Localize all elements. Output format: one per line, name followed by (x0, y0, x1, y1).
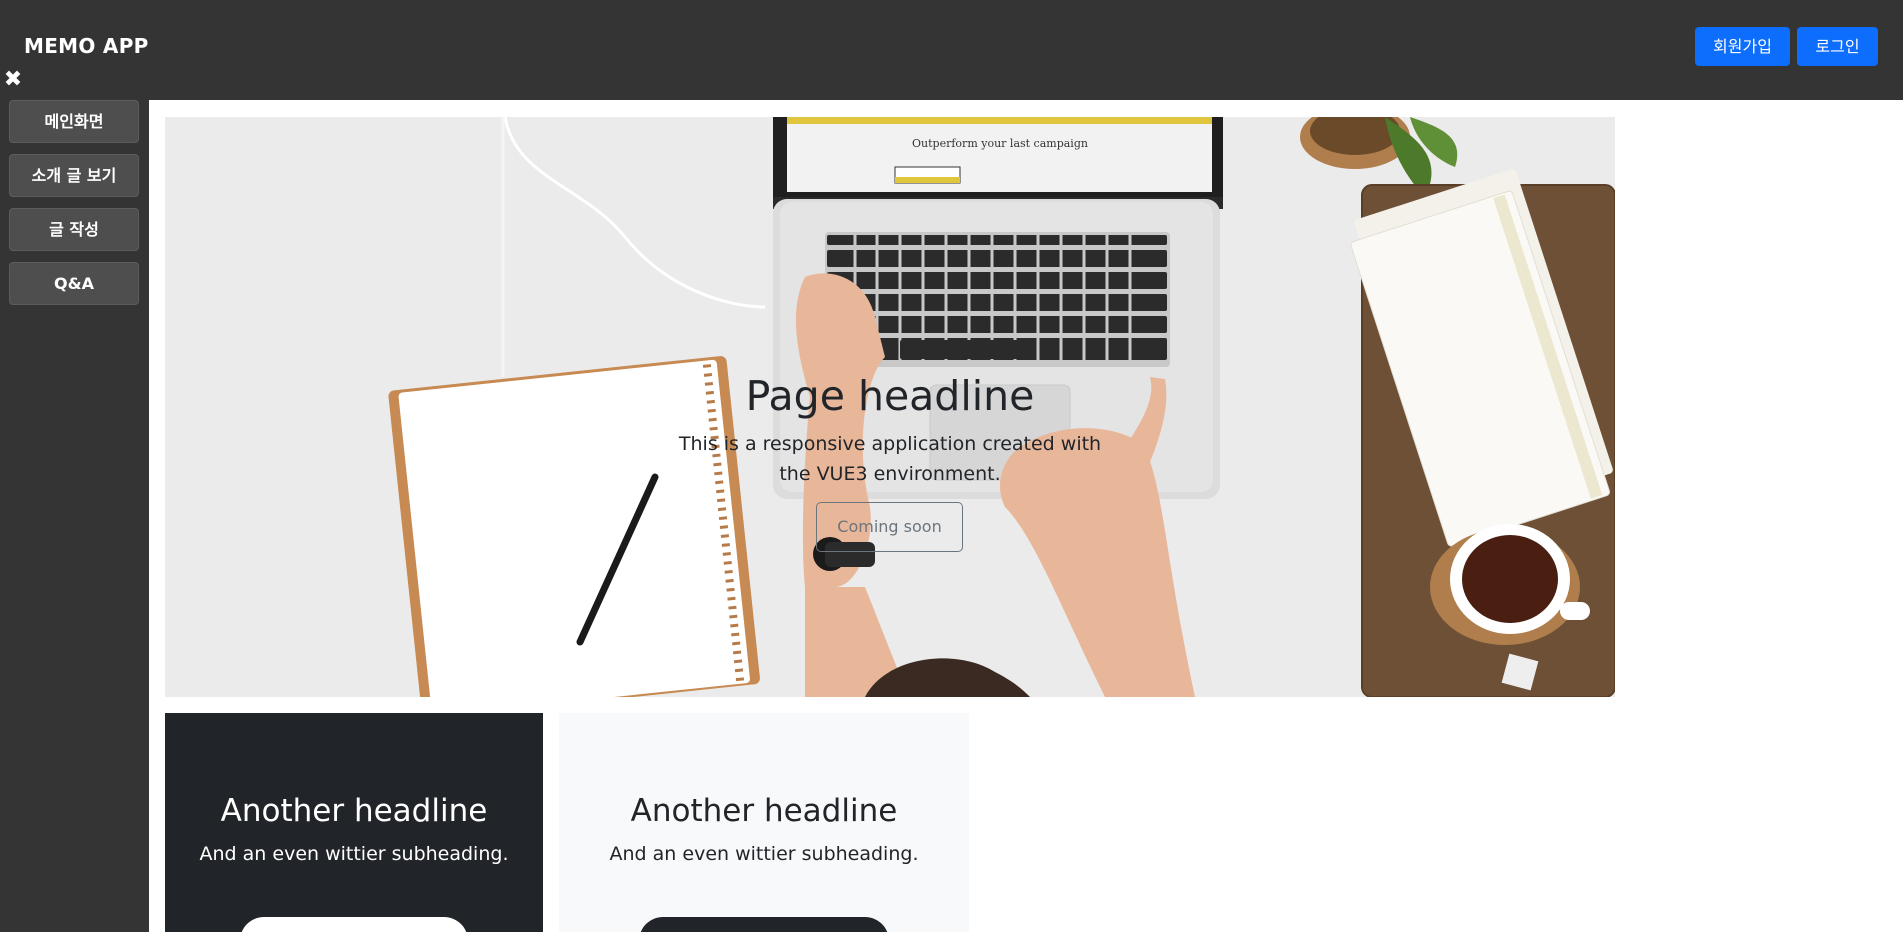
hero-headline: Page headline (745, 372, 1035, 420)
sidebar-item-intro[interactable]: 소개 글 보기 (9, 154, 139, 197)
card-preview-panel (240, 917, 468, 932)
card-headline: Another headline (630, 793, 898, 829)
sidebar-item-main[interactable]: 메인화면 (9, 100, 139, 143)
card-subheading: And an even wittier subheading. (609, 843, 919, 865)
card-preview-panel (639, 917, 889, 932)
sidebar: 메인화면 소개 글 보기 글 작성 Q&A (0, 100, 149, 932)
card-subheading: And an even wittier subheading. (199, 843, 509, 865)
feature-card-dark: Another headline And an even wittier sub… (165, 713, 543, 932)
sidebar-item-qna[interactable]: Q&A (9, 262, 139, 305)
top-navbar: MEMO APP 회원가입 로그인 (0, 0, 1903, 100)
close-icon[interactable]: ✖ (2, 68, 24, 92)
app-brand[interactable]: MEMO APP (24, 34, 149, 58)
signup-button[interactable]: 회원가입 (1695, 27, 1790, 66)
card-headline: Another headline (220, 793, 488, 829)
hero-overlay: Page headline This is a responsive appli… (165, 117, 1615, 697)
hero-banner: Outperform your last campaign Page headl… (165, 117, 1615, 697)
login-button[interactable]: 로그인 (1797, 27, 1878, 66)
hero-subtitle: This is a responsive application created… (678, 433, 1102, 485)
feature-card-light: Another headline And an even wittier sub… (559, 713, 969, 932)
coming-soon-button[interactable]: Coming soon (816, 502, 963, 552)
sidebar-item-write[interactable]: 글 작성 (9, 208, 139, 251)
